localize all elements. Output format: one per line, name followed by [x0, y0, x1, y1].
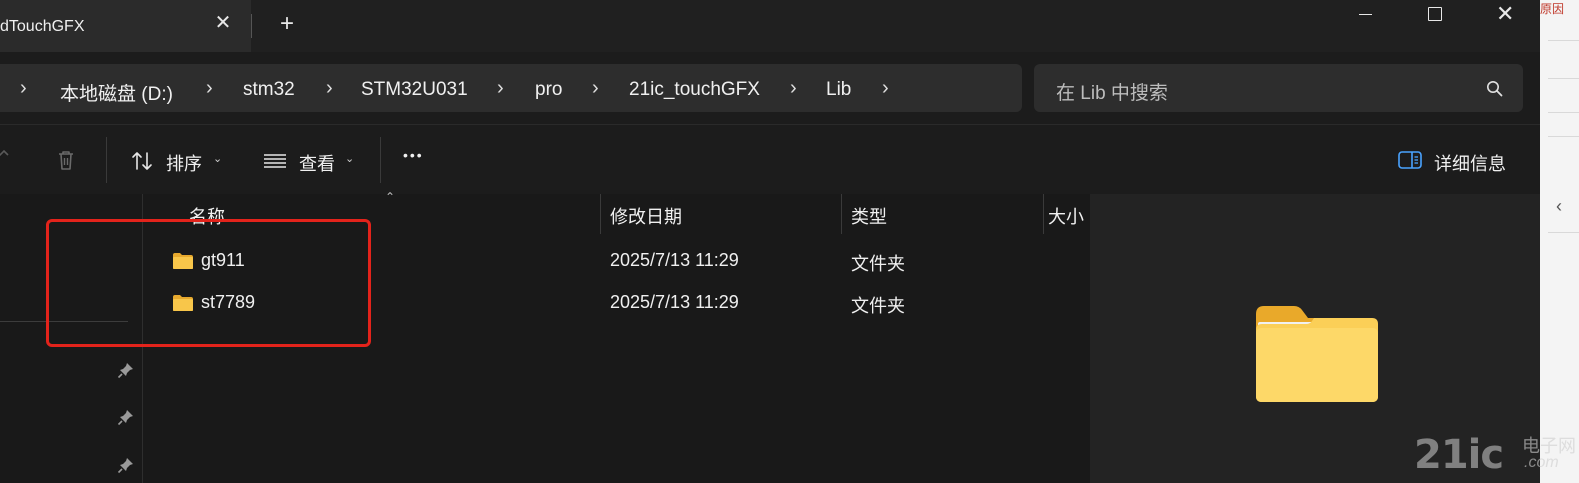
close-icon: ✕ [1496, 1, 1515, 26]
annotation-highlight-box [46, 219, 371, 347]
breadcrumb-item-stm32[interactable]: stm32 [243, 79, 295, 101]
chevron-right-icon[interactable]: › [326, 77, 333, 100]
new-tab-icon[interactable]: + [276, 12, 298, 36]
title-bar: dTouchGFX ✕ + ✕ [0, 0, 1540, 52]
column-header-date[interactable]: 修改日期 [601, 194, 841, 234]
minimize-button[interactable] [1343, 2, 1389, 28]
breadcrumb-item-stm32u031[interactable]: STM32U031 [361, 79, 468, 101]
file-date: 2025/7/13 11:29 [610, 292, 739, 312]
folder-preview-icon [1256, 306, 1378, 402]
chevron-down-icon: ⌄ [345, 153, 355, 165]
breadcrumb-item-lib[interactable]: Lib [826, 79, 851, 101]
column-header-type[interactable]: 类型 [842, 194, 1042, 234]
chevron-left-icon[interactable]: ‹ [1556, 196, 1562, 217]
sort-icon [132, 152, 152, 170]
pin-icon[interactable] [117, 456, 135, 474]
background-window [1540, 0, 1579, 483]
breadcrumb-item-drive-d[interactable]: 本地磁盘 (D:) [60, 79, 173, 106]
chevron-right-icon[interactable]: › [20, 77, 27, 100]
breadcrumb-item-pro[interactable]: pro [535, 79, 562, 101]
column-size-label: 大小 [1048, 207, 1084, 227]
file-date: 2025/7/13 11:29 [610, 250, 739, 270]
address-row: › 本地磁盘 (D:) › stm32 › STM32U031 › pro › … [0, 52, 1540, 124]
watermark-number: 21ic [1414, 432, 1504, 478]
pin-icon[interactable] [117, 361, 135, 379]
share-icon[interactable] [0, 149, 10, 171]
more-options-icon[interactable]: ••• [403, 147, 424, 163]
search-icon[interactable] [1486, 80, 1503, 97]
pin-icon[interactable] [117, 408, 135, 426]
sort-label: 排序 [166, 154, 202, 174]
search-placeholder: 在 Lib 中搜索 [1056, 83, 1168, 104]
tab-title: dTouchGFX [0, 18, 85, 35]
background-divider [1548, 136, 1579, 137]
background-divider [1548, 232, 1579, 233]
chevron-right-icon[interactable]: › [206, 77, 213, 100]
breadcrumb-item-21ic-touchgfx[interactable]: 21ic_touchGFX [629, 79, 760, 101]
explorer-tab[interactable]: dTouchGFX ✕ [0, 0, 251, 52]
background-divider [1548, 78, 1579, 79]
column-type-label: 类型 [851, 207, 887, 227]
background-divider [1548, 40, 1579, 41]
close-window-button[interactable]: ✕ [1482, 2, 1528, 28]
tab-divider [251, 14, 252, 38]
maximize-button[interactable] [1411, 2, 1457, 28]
column-header-size[interactable]: 大小 [1044, 194, 1090, 234]
file-type: 文件夹 [851, 296, 905, 316]
details-pane-button[interactable]: 详细信息 [1396, 125, 1516, 195]
chevron-right-icon[interactable]: › [497, 77, 504, 100]
details-label: 详细信息 [1434, 154, 1506, 174]
sort-button[interactable]: 排序 ⌄ [126, 125, 226, 195]
chevron-right-icon[interactable]: › [592, 77, 599, 100]
view-label: 查看 [299, 154, 335, 174]
chevron-right-icon[interactable]: › [790, 77, 797, 100]
tab-close-icon[interactable]: ✕ [214, 13, 232, 33]
chevron-right-icon[interactable]: › [882, 77, 889, 100]
view-list-icon [264, 154, 286, 168]
breadcrumb[interactable]: › 本地磁盘 (D:) › stm32 › STM32U031 › pro › … [0, 64, 1022, 112]
chevron-down-icon: ⌄ [213, 153, 223, 165]
watermark-com: .com [1524, 454, 1559, 471]
file-type: 文件夹 [851, 254, 905, 274]
details-pane-icon [1398, 151, 1422, 169]
toolbar-divider [380, 137, 381, 183]
background-divider [1548, 112, 1579, 113]
delete-icon[interactable] [56, 149, 76, 171]
search-input[interactable]: 在 Lib 中搜索 [1034, 64, 1523, 112]
toolbar-divider [106, 137, 107, 183]
column-date-label: 修改日期 [610, 207, 682, 227]
view-button[interactable]: 查看 ⌄ [262, 125, 362, 195]
background-window-text: 原因 [1540, 2, 1565, 16]
command-bar: 排序 ⌄ 查看 ⌄ ••• 详细信息 [0, 124, 1540, 194]
